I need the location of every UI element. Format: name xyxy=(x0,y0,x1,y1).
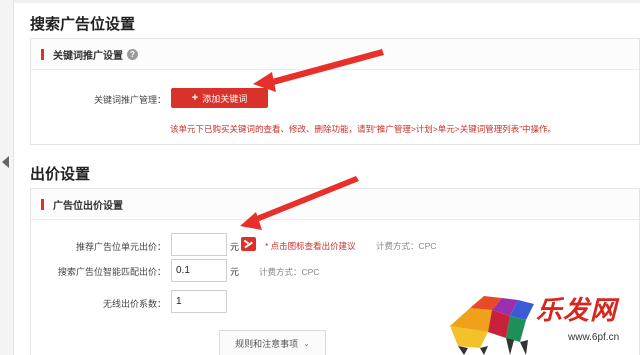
bull-logo-icon xyxy=(450,296,534,355)
watermark-brand: 乐发网 xyxy=(536,296,618,326)
annotation-arrow xyxy=(240,176,359,230)
annotation-arrow xyxy=(253,49,384,92)
site-watermark: 乐发网 www.6pf.cn xyxy=(440,286,640,355)
watermark-site: www.6pf.cn xyxy=(568,332,620,343)
